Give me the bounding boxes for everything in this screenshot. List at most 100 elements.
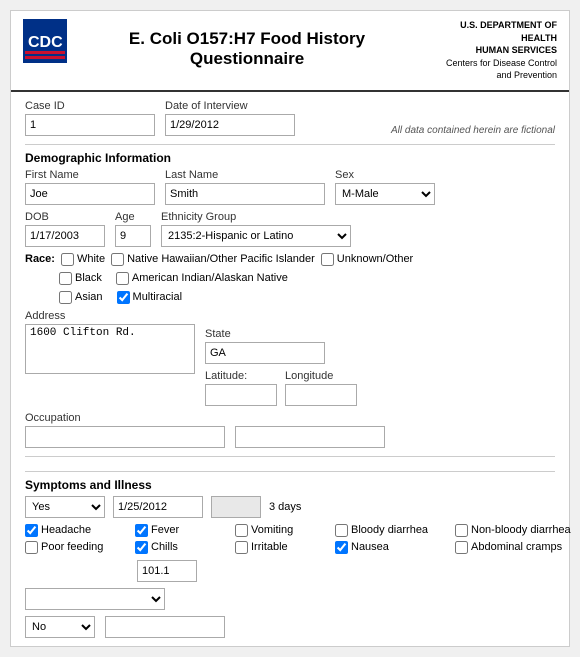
bloody-diarrhea-checkbox[interactable] xyxy=(335,524,348,537)
ethnicity-group: Ethnicity Group 2135:2-Hispanic or Latin… xyxy=(161,211,351,247)
race-american-indian-checkbox[interactable] xyxy=(116,272,129,285)
lat-long-row: State xyxy=(205,328,555,364)
latitude-label: Latitude: xyxy=(205,370,277,382)
latitude-input[interactable] xyxy=(205,384,277,406)
race-row: Race: White Native Hawaiian/Other Pacifi… xyxy=(25,253,555,266)
longitude-input[interactable] xyxy=(285,384,357,406)
non-bloody-diarrhea-checkbox-label[interactable]: Non-bloody diarrhea xyxy=(455,524,580,537)
symptoms-row1: Yes No 3 days xyxy=(25,496,555,518)
temperature-input[interactable] xyxy=(137,560,197,582)
svg-text:CDC: CDC xyxy=(28,34,63,51)
race-multiracial-checkbox[interactable] xyxy=(117,291,130,304)
race-multiracial[interactable]: Multiracial xyxy=(117,291,183,304)
state-input[interactable] xyxy=(205,342,325,364)
first-name-input[interactable] xyxy=(25,183,155,205)
poor-feeding-checkbox[interactable] xyxy=(25,541,38,554)
abdominal-cramps-checkbox[interactable] xyxy=(455,541,468,554)
vomiting-checkbox[interactable] xyxy=(235,524,248,537)
race-unknown-checkbox[interactable] xyxy=(321,253,334,266)
occupation-input[interactable] xyxy=(25,426,225,448)
headache-checkbox[interactable] xyxy=(25,524,38,537)
chills-checkbox-label[interactable]: Chills xyxy=(135,541,235,554)
irritable-checkbox[interactable] xyxy=(235,541,248,554)
last-name-group: Last Name xyxy=(165,169,325,205)
bloody-diarrhea-checkbox-label[interactable]: Bloody diarrhea xyxy=(335,524,455,537)
last-name-label: Last Name xyxy=(165,169,325,181)
age-group: Age xyxy=(115,211,151,247)
ill-select[interactable]: Yes No xyxy=(25,496,105,518)
longitude-label: Longitude xyxy=(285,370,357,382)
occupation2-group xyxy=(235,412,385,448)
occupation-group: Occupation xyxy=(25,412,225,448)
longitude-group: Longitude xyxy=(285,370,357,406)
race-native-hawaiian[interactable]: Native Hawaiian/Other Pacific Islander xyxy=(111,253,315,266)
bottom-select[interactable] xyxy=(25,588,165,610)
date-interview-input[interactable] xyxy=(165,114,295,136)
first-name-label: First Name xyxy=(25,169,155,181)
dept-info: U.S. DEPARTMENT OF HEALTH HUMAN SERVICES… xyxy=(427,19,557,82)
race-asian-checkbox[interactable] xyxy=(59,291,72,304)
race-label: Race: xyxy=(25,253,55,265)
sex-select[interactable]: M-Male F-Female xyxy=(335,183,435,205)
age-label: Age xyxy=(115,211,151,223)
name-sex-row: First Name Last Name Sex M-Male F-Female xyxy=(25,169,555,205)
case-row: Case ID Date of Interview All data conta… xyxy=(25,100,555,136)
case-id-input[interactable] xyxy=(25,114,155,136)
case-id-label: Case ID xyxy=(25,100,155,112)
race-white[interactable]: White xyxy=(61,253,105,266)
occupation2-input[interactable] xyxy=(235,426,385,448)
dob-ethnicity-row: DOB Age Ethnicity Group 2135:2-Hispanic … xyxy=(25,211,555,247)
irritable-checkbox-label[interactable]: Irritable xyxy=(235,541,335,554)
age-input[interactable] xyxy=(115,225,151,247)
address-row: Address 1600 Clifton Rd. State Latitude: xyxy=(25,310,555,406)
poor-feeding-checkbox-label[interactable]: Poor feeding xyxy=(25,541,135,554)
race-american-indian[interactable]: American Indian/Alaskan Native xyxy=(116,272,288,285)
race-row-2: Black American Indian/Alaskan Native xyxy=(59,272,555,285)
race-unknown[interactable]: Unknown/Other xyxy=(321,253,413,266)
race-white-checkbox[interactable] xyxy=(61,253,74,266)
no-row: No Yes xyxy=(25,616,555,638)
date-interview-label: Date of Interview xyxy=(165,100,295,112)
date-interview-group: Date of Interview xyxy=(165,100,295,136)
symptoms-section-title: Symptoms and Illness xyxy=(25,471,555,492)
last-name-input[interactable] xyxy=(165,183,325,205)
fever-checkbox[interactable] xyxy=(135,524,148,537)
latitude-group: Latitude: xyxy=(205,370,277,406)
address-input[interactable]: 1600 Clifton Rd. xyxy=(25,324,195,374)
first-name-group: First Name xyxy=(25,169,155,205)
page-title: E. Coli O157:H7 Food History Questionnai… xyxy=(77,19,417,69)
address-group: Address 1600 Clifton Rd. xyxy=(25,310,195,406)
occupation-row: Occupation xyxy=(25,412,555,448)
duration-text: 3 days xyxy=(269,501,301,513)
abdominal-cramps-checkbox-label[interactable]: Abdominal cramps xyxy=(455,541,580,554)
checkbox-grid: Headache Fever Vomiting Bloody diarrhea … xyxy=(25,524,555,554)
headache-checkbox-label[interactable]: Headache xyxy=(25,524,135,537)
sex-group: Sex M-Male F-Female xyxy=(335,169,435,205)
form-page: CDC E. Coli O157:H7 Food History Questio… xyxy=(10,10,570,647)
blank-box xyxy=(211,496,261,518)
bottom-select-row xyxy=(25,588,555,610)
dob-label: DOB xyxy=(25,211,105,223)
race-asian[interactable]: Asian xyxy=(59,291,103,304)
demographic-section-title: Demographic Information xyxy=(25,144,555,165)
vomiting-checkbox-label[interactable]: Vomiting xyxy=(235,524,335,537)
sex-label: Sex xyxy=(335,169,435,181)
race-native-hawaiian-checkbox[interactable] xyxy=(111,253,124,266)
illness-date-input[interactable] xyxy=(113,496,203,518)
occupation-label: Occupation xyxy=(25,412,225,424)
nausea-checkbox[interactable] xyxy=(335,541,348,554)
non-bloody-diarrhea-checkbox[interactable] xyxy=(455,524,468,537)
lat-long-fields: Latitude: Longitude xyxy=(205,370,555,406)
ethnicity-label: Ethnicity Group xyxy=(161,211,351,223)
race-black[interactable]: Black xyxy=(59,272,102,285)
ethnicity-select[interactable]: 2135:2-Hispanic or Latino 2186:5-Not His… xyxy=(161,225,351,247)
case-id-group: Case ID xyxy=(25,100,155,136)
chills-checkbox[interactable] xyxy=(135,541,148,554)
nausea-checkbox-label[interactable]: Nausea xyxy=(335,541,455,554)
dob-group: DOB xyxy=(25,211,105,247)
symptoms-section: Symptoms and Illness Yes No 3 days Heada… xyxy=(25,456,555,638)
no-select[interactable]: No Yes xyxy=(25,616,95,638)
fever-checkbox-label[interactable]: Fever xyxy=(135,524,235,537)
dob-input[interactable] xyxy=(25,225,105,247)
race-black-checkbox[interactable] xyxy=(59,272,72,285)
